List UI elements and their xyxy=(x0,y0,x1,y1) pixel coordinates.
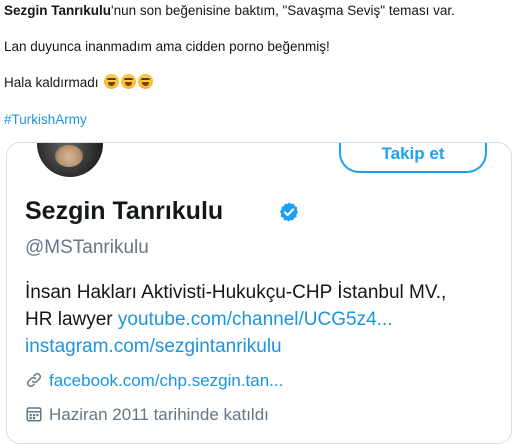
website-link[interactable]: facebook.com/chp.sezgin.tan... xyxy=(49,371,283,390)
face-with-tears-of-joy-icon xyxy=(104,74,120,89)
verified-badge-icon xyxy=(279,202,299,222)
profile-display-name[interactable]: Sezgin Tanrıkulu xyxy=(25,197,223,226)
author-mention[interactable]: Sezgin Tanrıkulu xyxy=(4,3,111,18)
tweet-line-4: #TurkishArmy xyxy=(4,111,87,129)
bio-line-1: İnsan Hakları Aktivisti-Hukukçu-CHP İsta… xyxy=(25,282,447,303)
link-icon xyxy=(26,372,42,388)
face-with-tears-of-joy-icon xyxy=(121,74,137,89)
profile-handle: @MSTanrikulu xyxy=(25,237,149,258)
profile-card[interactable]: Takip et Sezgin Tanrıkulu @MSTanrikulu İ… xyxy=(6,142,512,444)
tweet-line-1: Sezgin Tanrıkulu'nun son beğenisine bakt… xyxy=(4,2,455,20)
face-with-tears-of-joy-icon xyxy=(138,74,154,89)
instagram-link[interactable]: instagram.com/sezgintanrikulu xyxy=(25,336,282,357)
joined-date-text: Haziran 2011 tarihinde katıldı xyxy=(49,405,269,424)
tweet-line-3-text: Hala kaldırmadı xyxy=(4,75,99,90)
youtube-link[interactable]: youtube.com/channel/UCG5z4... xyxy=(118,309,393,330)
bio-line-3: instagram.com/sezgintanrikulu xyxy=(25,333,505,360)
tweet-line-3: Hala kaldırmadı xyxy=(4,74,154,92)
tweet-line-2: Lan duyunca inanmadım ama cidden porno b… xyxy=(4,39,330,54)
follow-button[interactable]: Takip et xyxy=(339,143,487,173)
hashtag-link[interactable]: #TurkishArmy xyxy=(4,112,87,127)
profile-website: facebook.com/chp.sezgin.tan... xyxy=(25,371,283,391)
bio-line-2-text: HR lawyer xyxy=(25,309,118,330)
profile-joined: Haziran 2011 tarihinde katıldı xyxy=(25,405,269,425)
avatar[interactable] xyxy=(37,143,103,177)
calendar-icon xyxy=(26,407,42,422)
tweet-line-1-text: 'nun son beğenisine baktım, "Savaşma Sev… xyxy=(111,3,455,18)
profile-bio: İnsan Hakları Aktivisti-Hukukçu-CHP İsta… xyxy=(25,279,505,360)
bio-line-2: HR lawyer youtube.com/channel/UCG5z4... xyxy=(25,306,505,333)
